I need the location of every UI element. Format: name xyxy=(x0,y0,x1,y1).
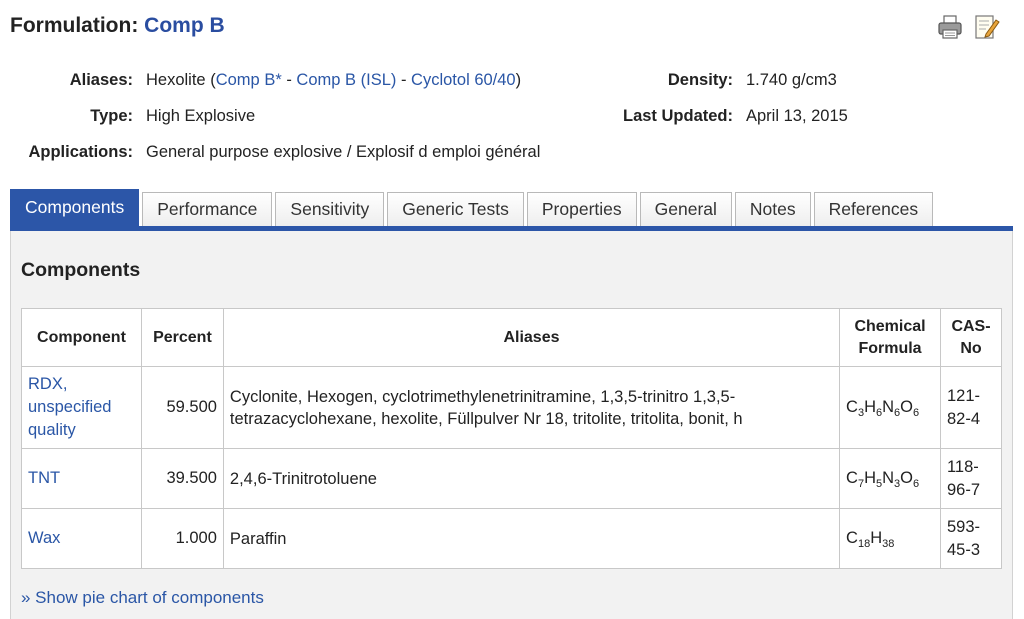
alias-link-comp-b-isl[interactable]: Comp B (ISL) xyxy=(296,71,396,89)
printer-icon[interactable] xyxy=(936,12,964,42)
components-table: Component Percent Aliases Chemical Formu… xyxy=(21,308,1003,569)
formulation-name-link[interactable]: Comp B xyxy=(144,14,225,37)
component-link[interactable]: TNT xyxy=(28,469,60,487)
aliases-text: Hexolite xyxy=(146,71,206,89)
aliases-cell: Paraffin xyxy=(222,508,841,569)
aliases-paren-close: ) xyxy=(515,71,522,89)
formula-count: 6 xyxy=(913,407,920,419)
formula-element: H xyxy=(870,529,883,547)
components-panel: Components Component Percent Aliases Che… xyxy=(10,231,1013,619)
formula-element: H xyxy=(864,398,876,416)
percent-cell: 39.500 xyxy=(140,448,224,509)
formula-element: N xyxy=(882,398,895,416)
tab-sensitivity[interactable]: Sensitivity xyxy=(275,192,385,226)
show-pie-chart-link[interactable]: » Show pie chart of components xyxy=(21,588,264,608)
tab-bar: Components Performance Sensitivity Gener… xyxy=(10,189,934,226)
aliases-paren-open: ( xyxy=(205,71,216,89)
column-header-aliases: Aliases xyxy=(222,308,841,367)
density-label: Density: xyxy=(667,71,733,89)
type-label: Type: xyxy=(90,107,133,125)
percent-cell: 1.000 xyxy=(140,508,224,569)
formula-element: O xyxy=(900,398,914,416)
column-header-formula: Chemical Formula xyxy=(839,308,941,367)
toolbar xyxy=(936,12,1000,42)
alias-link-cyclotol[interactable]: Cyclotol 60/40 xyxy=(411,71,516,89)
column-header-cas: CAS-No xyxy=(939,308,1003,367)
applications-label: Applications: xyxy=(28,143,133,161)
aliases-value: Hexolite (Comp B* - Comp B (ISL) - Cyclo… xyxy=(146,68,521,92)
percent-cell: 59.500 xyxy=(140,366,224,449)
table-row: Wax 1.000 Paraffin C18H38 593-45-3 xyxy=(21,508,1003,569)
title-prefix: Formulation: xyxy=(10,14,139,37)
formula-cell: C7H5N3O6 xyxy=(839,448,941,509)
formula-element: N xyxy=(882,469,895,487)
component-cell: RDX, unspecified quality xyxy=(21,366,142,449)
formula-element: C xyxy=(846,529,858,547)
formula-count: 38 xyxy=(882,538,895,550)
tab-generic-tests[interactable]: Generic Tests xyxy=(387,192,524,226)
aliases-cell: Cyclonite, Hexogen, cyclotrimethylenetri… xyxy=(222,366,841,449)
density-value: 1.740 g/cm3 xyxy=(746,71,837,89)
component-link[interactable]: RDX, unspecified quality xyxy=(28,375,111,439)
table-body: RDX, unspecified quality 59.500 Cyclonite,… xyxy=(21,366,1003,569)
formula-count: 18 xyxy=(857,538,871,550)
tab-references[interactable]: References xyxy=(813,192,934,226)
component-link[interactable]: Wax xyxy=(28,529,60,547)
column-header-percent: Percent xyxy=(140,308,224,367)
column-header-component: Component xyxy=(21,308,142,367)
last-updated-label: Last Updated: xyxy=(622,107,733,125)
formula-count: 6 xyxy=(913,478,920,490)
component-cell: TNT xyxy=(21,448,142,509)
tab-performance[interactable]: Performance xyxy=(142,192,273,226)
tab-properties[interactable]: Properties xyxy=(526,192,637,226)
component-cell: Wax xyxy=(21,508,142,569)
aliases-label: Aliases: xyxy=(69,71,133,89)
table-header-row: Component Percent Aliases Chemical Formu… xyxy=(21,308,1003,367)
tab-components[interactable]: Components xyxy=(10,189,140,226)
last-updated-value: April 13, 2015 xyxy=(746,107,848,125)
type-value: High Explosive xyxy=(146,107,256,125)
applications-value: General purpose explosive / Explosif d e… xyxy=(146,143,541,161)
formula-element: O xyxy=(900,469,914,487)
formula-cell: C18H38 xyxy=(839,508,941,569)
alias-separator: - xyxy=(396,71,412,89)
page-title: Formulation: Comp B xyxy=(10,14,225,38)
formula-element: H xyxy=(864,469,876,487)
alias-link-comp-b-star[interactable]: Comp B* xyxy=(216,71,282,89)
edit-notepad-icon[interactable] xyxy=(972,12,1000,42)
alias-separator: - xyxy=(281,71,297,89)
panel-title: Components xyxy=(21,259,141,281)
cas-cell: 121-82-4 xyxy=(939,366,1003,449)
cas-cell: 593-45-3 xyxy=(939,508,1003,569)
table-row: RDX, unspecified quality 59.500 Cyclonite,… xyxy=(21,366,1003,449)
tab-notes[interactable]: Notes xyxy=(734,192,811,226)
formula-cell: C3H6N6O6 xyxy=(839,366,941,449)
formula-element: C xyxy=(846,398,858,416)
table-row: TNT 39.500 2,4,6-Trinitrotoluene C7H5N3O6 11… xyxy=(21,448,1003,509)
formula-element: C xyxy=(846,469,858,487)
tab-general[interactable]: General xyxy=(639,192,732,226)
cas-cell: 118-96-7 xyxy=(939,448,1003,509)
aliases-cell: 2,4,6-Trinitrotoluene xyxy=(222,448,841,509)
